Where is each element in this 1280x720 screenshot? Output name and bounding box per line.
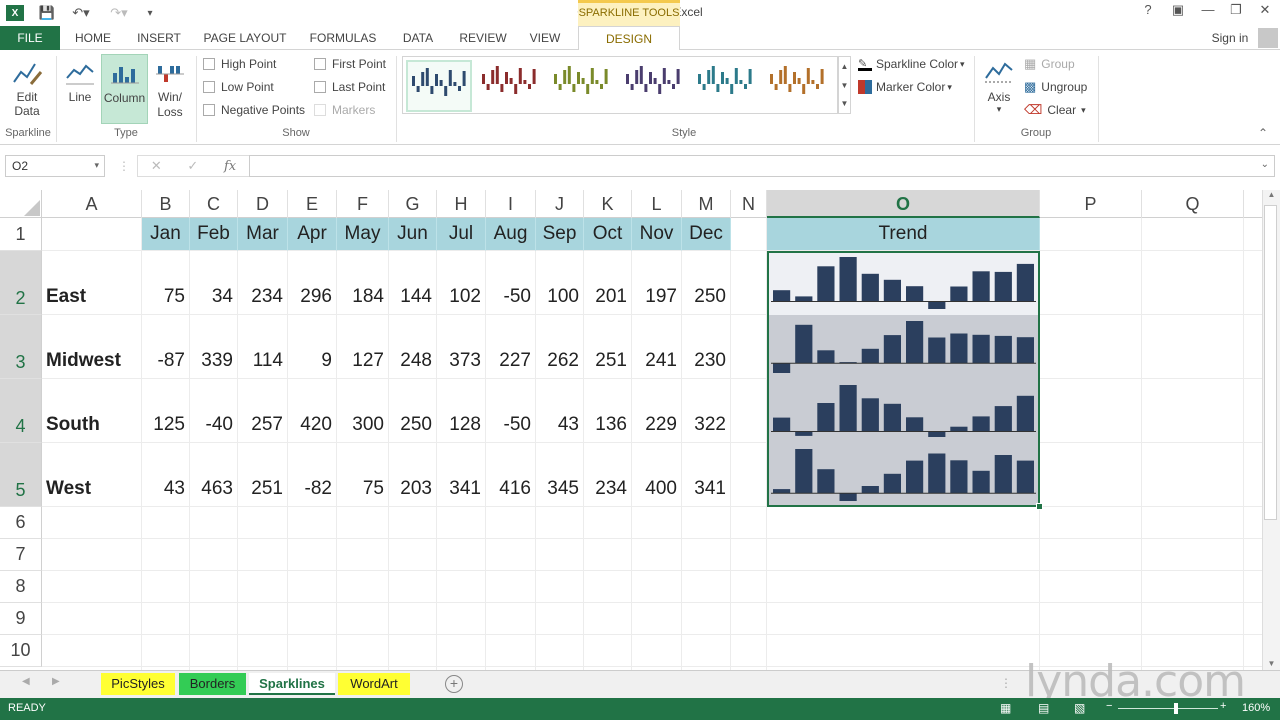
value-cell[interactable]: 251 [584, 315, 632, 379]
value-cell[interactable]: 234 [584, 443, 632, 507]
value-cell[interactable]: 241 [632, 315, 682, 379]
value-cell[interactable]: -50 [486, 251, 536, 315]
trend-header-cell[interactable]: Trend [767, 218, 1040, 251]
value-cell[interactable]: 251 [238, 443, 288, 507]
value-cell[interactable]: 100 [536, 251, 584, 315]
value-cell[interactable]: 136 [584, 379, 632, 443]
row-header[interactable]: 9 [0, 603, 42, 635]
normal-view-icon[interactable]: ▦ [1000, 701, 1011, 715]
value-cell[interactable]: 43 [142, 443, 190, 507]
row-header[interactable]: 6 [0, 507, 42, 539]
value-cell[interactable]: 420 [288, 379, 337, 443]
value-cell[interactable]: 9 [288, 315, 337, 379]
page-layout-view-icon[interactable]: ▤ [1038, 701, 1049, 715]
row-header[interactable]: 2 [0, 251, 42, 315]
value-cell[interactable]: 127 [337, 315, 389, 379]
scroll-down-icon[interactable]: ▼ [1263, 659, 1280, 668]
value-cell[interactable]: 75 [337, 443, 389, 507]
month-header-cell[interactable]: May [337, 218, 389, 251]
month-header-cell[interactable]: Nov [632, 218, 682, 251]
value-cell[interactable]: 400 [632, 443, 682, 507]
region-name-cell[interactable]: Midwest [42, 315, 142, 379]
region-name-cell[interactable]: East [42, 251, 142, 315]
month-header-cell[interactable]: Jan [142, 218, 190, 251]
value-cell[interactable]: 345 [536, 443, 584, 507]
value-cell[interactable]: 43 [536, 379, 584, 443]
zoom-slider[interactable] [1118, 708, 1218, 709]
add-sheet-icon[interactable]: + [445, 675, 463, 693]
month-header-cell[interactable]: Sep [536, 218, 584, 251]
value-cell[interactable]: 250 [682, 251, 731, 315]
row-header[interactable]: 10 [0, 635, 42, 667]
scroll-tabs-left-icon[interactable]: ◀ [22, 676, 30, 687]
value-cell[interactable]: 234 [238, 251, 288, 315]
value-cell[interactable]: -87 [142, 315, 190, 379]
value-cell[interactable]: 201 [584, 251, 632, 315]
status-ready: READY [8, 702, 46, 714]
month-header-cell[interactable]: Aug [486, 218, 536, 251]
status-bar: READY ▦ ▤ ▧ − + 160% [0, 698, 1280, 720]
value-cell[interactable]: -82 [288, 443, 337, 507]
scroll-thumb[interactable] [1264, 205, 1277, 520]
month-header-cell[interactable]: Jul [437, 218, 486, 251]
value-cell[interactable]: -40 [190, 379, 238, 443]
month-header-cell[interactable]: Jun [389, 218, 437, 251]
value-cell[interactable]: 373 [437, 315, 486, 379]
value-cell[interactable]: 296 [288, 251, 337, 315]
month-header-cell[interactable]: Feb [190, 218, 238, 251]
value-cell[interactable]: 184 [337, 251, 389, 315]
row-header[interactable]: 8 [0, 571, 42, 603]
value-cell[interactable]: 341 [437, 443, 486, 507]
value-cell[interactable]: 75 [142, 251, 190, 315]
fill-handle[interactable] [1036, 503, 1043, 510]
value-cell[interactable]: 300 [337, 379, 389, 443]
value-cell[interactable]: 250 [389, 379, 437, 443]
row-header[interactable]: 5 [0, 443, 42, 507]
row-header[interactable]: 1 [0, 218, 42, 251]
row-header[interactable]: 3 [0, 315, 42, 379]
zoom-level[interactable]: 160% [1242, 702, 1270, 714]
value-cell[interactable]: 197 [632, 251, 682, 315]
sheet-tab-sparklines[interactable]: Sparklines [249, 673, 335, 695]
selected-range [767, 251, 1040, 507]
value-cell[interactable]: 248 [389, 315, 437, 379]
sheet-tab-picstyles[interactable]: PicStyles [101, 673, 175, 695]
value-cell[interactable]: 257 [238, 379, 288, 443]
page-break-view-icon[interactable]: ▧ [1074, 701, 1085, 715]
value-cell[interactable]: 339 [190, 315, 238, 379]
region-name-cell[interactable]: South [42, 379, 142, 443]
value-cell[interactable]: 341 [682, 443, 731, 507]
value-cell[interactable]: 229 [632, 379, 682, 443]
zoom-in-icon[interactable]: + [1220, 700, 1226, 712]
month-header-cell[interactable]: Oct [584, 218, 632, 251]
zoom-slider-thumb[interactable] [1174, 703, 1178, 714]
value-cell[interactable]: 262 [536, 315, 584, 379]
region-name-cell[interactable]: West [42, 443, 142, 507]
row-header[interactable]: 4 [0, 379, 42, 443]
month-header-cell[interactable]: Dec [682, 218, 731, 251]
value-cell[interactable]: 416 [486, 443, 536, 507]
splitter-icon[interactable]: ⋮ [1000, 676, 1012, 690]
value-cell[interactable]: 322 [682, 379, 731, 443]
sheet-tab-wordart[interactable]: WordArt [338, 673, 410, 695]
value-cell[interactable]: 230 [682, 315, 731, 379]
sheet-tab-borders[interactable]: Borders [179, 673, 246, 695]
row-header[interactable]: 7 [0, 539, 42, 571]
value-cell[interactable]: 203 [389, 443, 437, 507]
month-header-cell[interactable]: Mar [238, 218, 288, 251]
value-cell[interactable]: -50 [486, 379, 536, 443]
month-header-cell[interactable]: Apr [288, 218, 337, 251]
value-cell[interactable]: 114 [238, 315, 288, 379]
value-cell[interactable]: 102 [437, 251, 486, 315]
value-cell[interactable]: 227 [486, 315, 536, 379]
value-cell[interactable]: 144 [389, 251, 437, 315]
value-cell[interactable]: 125 [142, 379, 190, 443]
value-cell[interactable]: 128 [437, 379, 486, 443]
scroll-tabs-right-icon[interactable]: ▶ [52, 676, 60, 687]
zoom-out-icon[interactable]: − [1106, 700, 1112, 712]
scroll-up-icon[interactable]: ▲ [1263, 190, 1280, 199]
value-cell[interactable]: 463 [190, 443, 238, 507]
value-cell[interactable]: 34 [190, 251, 238, 315]
worksheet: 1 2 3 4 5 6 7 8 9 10 Jan Feb Mar Apr May Jun Jul Aug Sep Oc… [0, 0, 1262, 670]
